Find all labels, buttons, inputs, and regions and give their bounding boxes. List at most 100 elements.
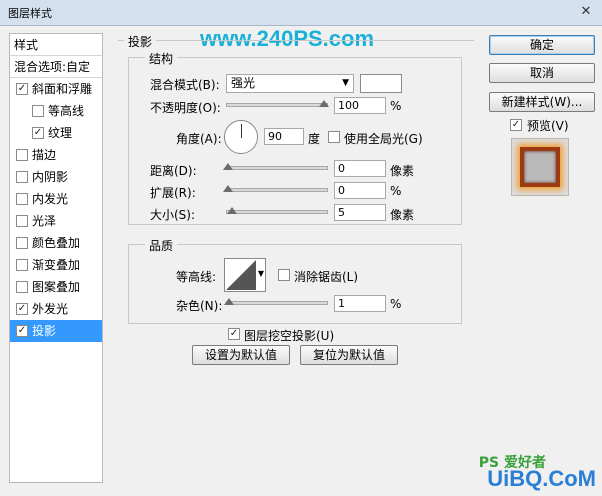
distance-unit: 像素 xyxy=(390,164,415,178)
contour-chevron-icon: ▼ xyxy=(257,269,264,278)
blend-mode-select[interactable]: 强光 ▼ xyxy=(226,74,354,93)
footer-logo: UiBQ.CoM xyxy=(487,466,596,491)
blend-mode-value: 强光 xyxy=(231,76,256,90)
style-item-checkbox[interactable] xyxy=(16,237,28,249)
size-input[interactable]: 5 xyxy=(334,204,386,221)
size-slider-thumb[interactable] xyxy=(227,207,237,214)
opacity-slider-thumb[interactable] xyxy=(319,100,329,107)
distance-slider[interactable] xyxy=(226,166,328,170)
cancel-button[interactable]: 取消 xyxy=(489,63,595,83)
noise-slider[interactable] xyxy=(226,301,328,305)
style-item[interactable]: 光泽 xyxy=(10,210,102,232)
distance-input[interactable]: 0 xyxy=(334,160,386,177)
style-item-label: 描边 xyxy=(32,148,57,162)
style-item[interactable]: 渐变叠加 xyxy=(10,254,102,276)
title-bar: 图层样式 ✕ xyxy=(0,0,602,26)
new-style-button[interactable]: 新建样式(W)... xyxy=(489,92,595,112)
blend-mode-label: 混合模式(B): xyxy=(150,78,220,92)
style-item-checkbox[interactable] xyxy=(16,149,28,161)
style-item-checkbox[interactable] xyxy=(16,259,28,271)
style-item-label: 纹理 xyxy=(48,126,73,140)
noise-label: 杂色(N): xyxy=(176,299,223,313)
style-item[interactable]: 内阴影 xyxy=(10,166,102,188)
angle-dial[interactable] xyxy=(224,120,258,154)
style-item-checkbox[interactable]: ✓ xyxy=(16,325,28,337)
global-light-checkbox[interactable] xyxy=(328,131,340,143)
size-label: 大小(S): xyxy=(150,208,196,222)
opacity-input[interactable]: 100 xyxy=(334,97,386,114)
knockout-label: 图层挖空投影(U) xyxy=(244,329,335,343)
style-item[interactable]: ✓ 外发光 xyxy=(10,298,102,320)
style-item[interactable]: ✓ 斜面和浮雕 xyxy=(10,78,102,100)
angle-input[interactable]: 90 xyxy=(264,128,304,145)
ok-button[interactable]: 确定 xyxy=(489,35,595,55)
style-item-label: 投影 xyxy=(32,324,57,338)
drop-shadow-title: 投影 xyxy=(124,33,157,50)
style-item[interactable]: 等高线 xyxy=(10,100,102,122)
style-item[interactable]: 图案叠加 xyxy=(10,276,102,298)
style-item-label: 内阴影 xyxy=(32,170,69,184)
style-item-label: 颜色叠加 xyxy=(32,236,81,250)
style-item-checkbox[interactable] xyxy=(16,193,28,205)
style-item-checkbox[interactable] xyxy=(16,171,28,183)
spread-slider-thumb[interactable] xyxy=(223,185,233,192)
size-unit: 像素 xyxy=(390,208,415,222)
size-slider[interactable] xyxy=(226,210,328,214)
style-item[interactable]: 颜色叠加 xyxy=(10,232,102,254)
style-item-label: 斜面和浮雕 xyxy=(32,82,93,96)
opacity-slider[interactable] xyxy=(226,103,328,107)
angle-label: 角度(A): xyxy=(176,132,222,146)
style-item[interactable]: 描边 xyxy=(10,144,102,166)
style-item-label: 图案叠加 xyxy=(32,280,81,294)
opacity-label: 不透明度(O): xyxy=(150,101,221,115)
style-item-label: 渐变叠加 xyxy=(32,258,81,272)
preview-checkbox[interactable]: ✓ xyxy=(510,119,522,131)
angle-unit: 度 xyxy=(308,132,321,146)
noise-unit: % xyxy=(390,297,402,311)
blend-options-item[interactable]: 混合选项:自定 xyxy=(10,56,102,78)
shadow-color-swatch[interactable] xyxy=(360,74,402,93)
style-preview-thumbnail xyxy=(511,138,569,196)
spread-label: 扩展(R): xyxy=(150,186,196,200)
structure-title: 结构 xyxy=(145,50,178,67)
spread-unit: % xyxy=(390,184,402,198)
knockout-checkbox[interactable]: ✓ xyxy=(228,328,240,340)
distance-slider-thumb[interactable] xyxy=(223,163,233,170)
style-item-checkbox[interactable] xyxy=(16,281,28,293)
contour-label: 等高线: xyxy=(176,270,217,284)
style-item-checkbox[interactable] xyxy=(16,215,28,227)
window-title: 图层样式 xyxy=(8,7,52,20)
styles-list: 样式 混合选项:自定 ✓ 斜面和浮雕等高线 ✓ 纹理描边内阴影内发光光泽颜色叠加渐变叠… xyxy=(9,33,103,483)
noise-input[interactable]: 1 xyxy=(334,295,386,312)
antialias-checkbox[interactable] xyxy=(278,269,290,281)
antialias-label: 消除锯齿(L) xyxy=(294,270,359,284)
chevron-down-icon: ▼ xyxy=(342,78,349,88)
styles-header[interactable]: 样式 xyxy=(10,34,102,56)
noise-slider-thumb[interactable] xyxy=(224,298,234,305)
style-item-label: 外发光 xyxy=(32,302,69,316)
contour-preview-icon xyxy=(226,260,256,290)
style-item-checkbox[interactable]: ✓ xyxy=(32,127,44,139)
style-item-checkbox[interactable]: ✓ xyxy=(16,83,28,95)
preview-label: 预览(V) xyxy=(527,119,569,133)
spread-input[interactable]: 0 xyxy=(334,182,386,199)
global-light-label: 使用全局光(G) xyxy=(344,132,423,146)
spread-slider[interactable] xyxy=(226,188,328,192)
style-item-label: 等高线 xyxy=(48,104,85,118)
style-item[interactable]: ✓ 投影 xyxy=(10,320,102,342)
distance-label: 距离(D): xyxy=(150,164,197,178)
reset-default-button[interactable]: 复位为默认值 xyxy=(300,345,398,365)
style-item-label: 光泽 xyxy=(32,214,57,228)
style-item[interactable]: 内发光 xyxy=(10,188,102,210)
contour-picker[interactable]: ▼ xyxy=(224,258,266,292)
opacity-unit: % xyxy=(390,99,402,113)
angle-dial-needle xyxy=(241,124,242,138)
style-item[interactable]: ✓ 纹理 xyxy=(10,122,102,144)
style-item-label: 内发光 xyxy=(32,192,69,206)
style-item-checkbox[interactable]: ✓ xyxy=(16,303,28,315)
close-icon[interactable]: ✕ xyxy=(576,3,596,21)
style-item-checkbox[interactable] xyxy=(32,105,44,117)
preview-glow-shape xyxy=(520,147,560,187)
quality-title: 品质 xyxy=(145,237,178,254)
make-default-button[interactable]: 设置为默认值 xyxy=(192,345,290,365)
